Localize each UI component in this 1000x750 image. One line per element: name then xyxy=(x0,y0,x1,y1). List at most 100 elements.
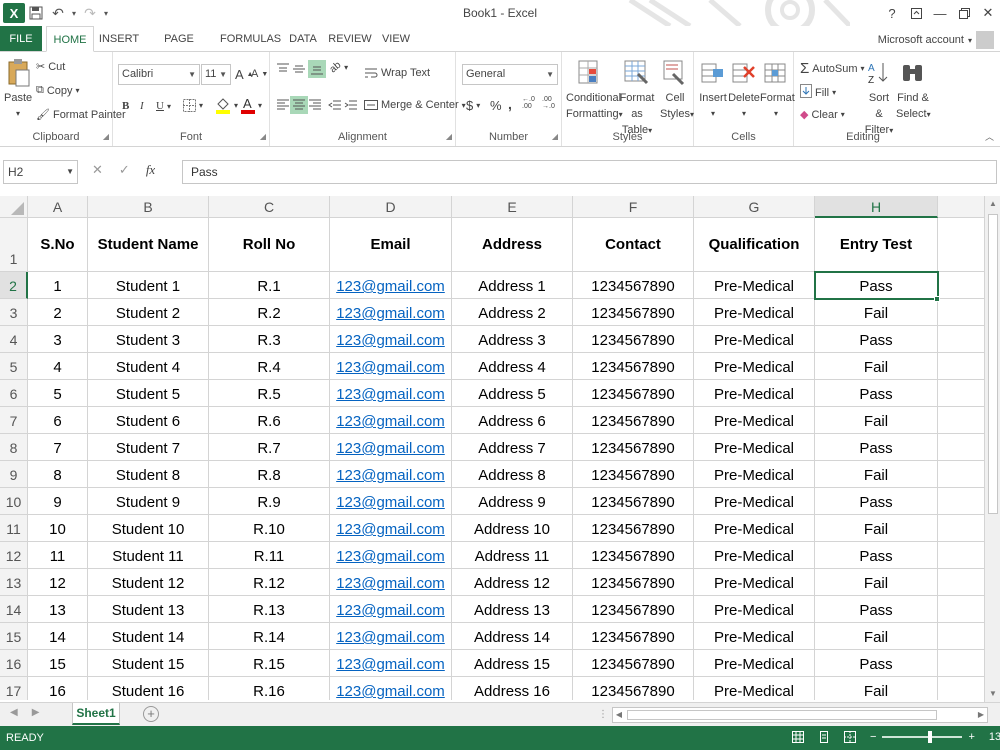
scroll-left-icon[interactable]: ◀ xyxy=(613,708,625,722)
table-cell[interactable]: Address 5 xyxy=(452,380,573,407)
table-cell[interactable]: 1234567890 xyxy=(573,380,694,407)
table-cell[interactable]: Student 7 xyxy=(88,434,209,461)
header-cell[interactable]: Student Name xyxy=(88,218,209,272)
row-header[interactable]: 6 xyxy=(0,380,28,407)
table-cell[interactable]: Address 7 xyxy=(452,434,573,461)
header-cell[interactable]: Contact xyxy=(573,218,694,272)
table-cell[interactable]: R.11 xyxy=(209,542,330,569)
table-cell[interactable]: Pre-Medical xyxy=(694,299,815,326)
table-cell[interactable]: Fail xyxy=(815,461,938,488)
header-cell[interactable]: Qualification xyxy=(694,218,815,272)
increase-indent-icon[interactable] xyxy=(344,98,358,112)
header-cell[interactable]: S.No xyxy=(28,218,88,272)
table-cell[interactable]: Student 10 xyxy=(88,515,209,542)
table-cell[interactable]: 1234567890 xyxy=(573,353,694,380)
sheet-tab-sheet1[interactable]: Sheet1 xyxy=(72,703,120,725)
table-cell[interactable]: 123@gmail.com xyxy=(330,677,452,700)
table-cell[interactable]: Student 8 xyxy=(88,461,209,488)
table-cell[interactable]: Fail xyxy=(815,677,938,700)
add-sheet-icon[interactable]: + xyxy=(143,706,159,722)
collapse-ribbon-icon[interactable]: ︿ xyxy=(985,130,994,143)
zoom-out-icon[interactable]: − xyxy=(870,731,876,743)
fill-button[interactable]: Fill ▾ xyxy=(800,84,836,101)
table-cell[interactable]: 14 xyxy=(28,623,88,650)
close-button[interactable]: ✕ xyxy=(976,3,1000,23)
table-cell[interactable]: 123@gmail.com xyxy=(330,299,452,326)
table-cell[interactable]: Student 5 xyxy=(88,380,209,407)
table-cell[interactable]: Fail xyxy=(815,299,938,326)
column-header[interactable]: H xyxy=(815,196,938,218)
table-cell[interactable]: Student 4 xyxy=(88,353,209,380)
table-cell[interactable]: Pass xyxy=(815,380,938,407)
table-cell[interactable]: Pre-Medical xyxy=(694,542,815,569)
table-cell[interactable]: 123@gmail.com xyxy=(330,407,452,434)
row-header[interactable]: 16 xyxy=(0,650,28,677)
cancel-icon[interactable]: ✕ xyxy=(92,162,103,178)
table-cell[interactable]: 1234567890 xyxy=(573,623,694,650)
table-cell[interactable]: Pass xyxy=(815,326,938,353)
table-cell[interactable]: R.5 xyxy=(209,380,330,407)
table-cell[interactable]: Pre-Medical xyxy=(694,353,815,380)
scroll-right-icon[interactable]: ▶ xyxy=(975,708,987,722)
table-cell[interactable]: Student 14 xyxy=(88,623,209,650)
table-cell[interactable]: 15 xyxy=(28,650,88,677)
row-header[interactable]: 3 xyxy=(0,299,28,326)
dialog-launcher-icon[interactable]: ◢ xyxy=(552,132,558,141)
table-cell[interactable]: R.12 xyxy=(209,569,330,596)
clear-button[interactable]: ◆ Clear ▾ xyxy=(800,108,845,122)
table-cell[interactable]: R.1 xyxy=(209,272,330,299)
table-cell[interactable]: Address 14 xyxy=(452,623,573,650)
row-header[interactable]: 10 xyxy=(0,488,28,515)
percent-button[interactable]: % xyxy=(490,98,502,113)
header-cell[interactable]: Entry Test xyxy=(815,218,938,272)
table-cell[interactable]: R.14 xyxy=(209,623,330,650)
zoom-in-icon[interactable]: + xyxy=(968,731,974,743)
align-left-icon[interactable] xyxy=(276,98,290,112)
table-cell[interactable]: Address 9 xyxy=(452,488,573,515)
table-cell[interactable]: 16 xyxy=(28,677,88,700)
table-cell[interactable]: 6 xyxy=(28,407,88,434)
table-cell[interactable]: 5 xyxy=(28,380,88,407)
row-header[interactable]: 14 xyxy=(0,596,28,623)
tab-page-layout[interactable]: PAGE LAYOUT xyxy=(144,26,214,71)
table-cell[interactable]: Pass xyxy=(815,272,938,299)
table-cell[interactable]: 1234567890 xyxy=(573,299,694,326)
row-header[interactable]: 2 xyxy=(0,272,28,299)
table-cell[interactable]: Fail xyxy=(815,407,938,434)
table-cell[interactable]: 123@gmail.com xyxy=(330,650,452,677)
table-cell[interactable]: Address 12 xyxy=(452,569,573,596)
scroll-thumb[interactable] xyxy=(988,214,998,514)
table-cell[interactable]: Student 3 xyxy=(88,326,209,353)
table-cell[interactable]: Student 13 xyxy=(88,596,209,623)
table-cell[interactable]: R.16 xyxy=(209,677,330,700)
table-cell[interactable]: 9 xyxy=(28,488,88,515)
tab-file[interactable]: FILE xyxy=(0,26,42,52)
row-header[interactable]: 13 xyxy=(0,569,28,596)
comma-button[interactable]: , xyxy=(508,96,512,112)
table-cell[interactable]: 123@gmail.com xyxy=(330,542,452,569)
sort-filter-button[interactable]: AZ Sort & Filter▾ xyxy=(864,58,894,139)
dialog-launcher-icon[interactable]: ◢ xyxy=(446,132,452,141)
table-cell[interactable]: 2 xyxy=(28,299,88,326)
delete-cells-button[interactable]: Delete ▾ xyxy=(728,58,760,122)
table-cell[interactable]: Student 12 xyxy=(88,569,209,596)
zoom-level[interactable]: 130% xyxy=(989,731,1000,743)
copy-button[interactable]: ⧉ Copy ▾ xyxy=(36,84,80,97)
table-cell[interactable]: Pre-Medical xyxy=(694,326,815,353)
table-cell[interactable]: R.2 xyxy=(209,299,330,326)
table-cell[interactable]: 123@gmail.com xyxy=(330,623,452,650)
table-cell[interactable]: Pass xyxy=(815,542,938,569)
dialog-launcher-icon[interactable]: ◢ xyxy=(260,132,266,141)
row-header[interactable]: 12 xyxy=(0,542,28,569)
table-cell[interactable]: Pass xyxy=(815,650,938,677)
tab-split-handle-icon[interactable]: ⋮ xyxy=(598,709,608,720)
table-cell[interactable]: 1 xyxy=(28,272,88,299)
find-select-button[interactable]: Find & Select▾ xyxy=(896,58,931,123)
table-cell[interactable]: 10 xyxy=(28,515,88,542)
table-cell[interactable]: Address 6 xyxy=(452,407,573,434)
table-cell[interactable]: Address 13 xyxy=(452,596,573,623)
font-color-icon[interactable]: A ▾ xyxy=(241,96,262,114)
decrease-font-icon[interactable]: A ▼ xyxy=(251,68,268,80)
format-cells-button[interactable]: Format ▾ xyxy=(760,58,795,122)
table-cell[interactable]: R.7 xyxy=(209,434,330,461)
